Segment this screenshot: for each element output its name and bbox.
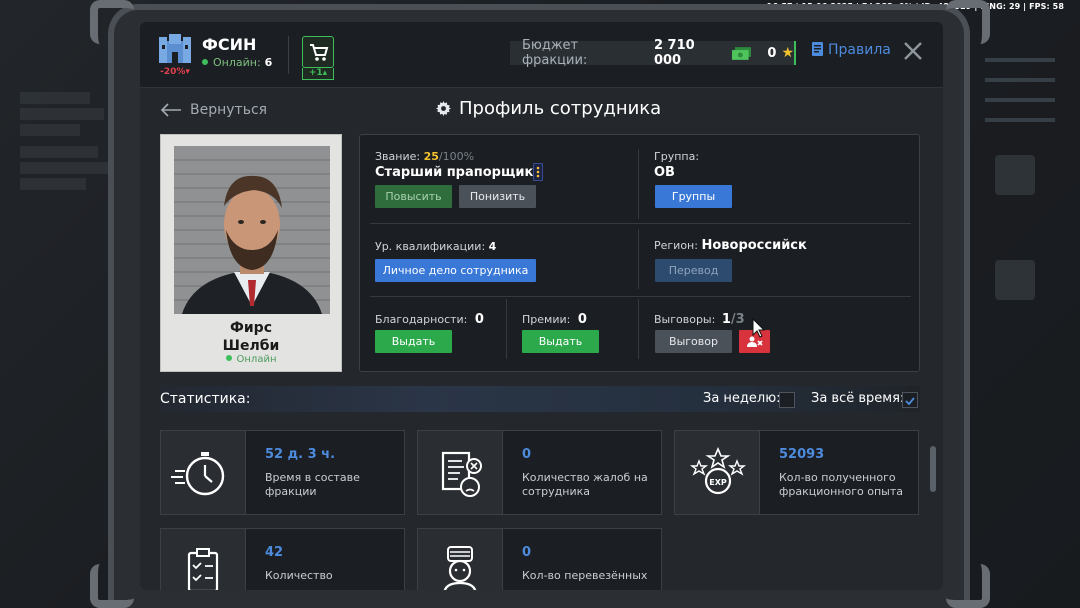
all-time-filter-label: За всё время: bbox=[811, 391, 905, 406]
prisoner-icon bbox=[418, 529, 503, 590]
group-value: ОВ bbox=[654, 165, 675, 180]
background-chat bbox=[20, 92, 110, 190]
background-hud bbox=[975, 30, 1080, 330]
rank-label: Звание: 25/100% bbox=[375, 150, 475, 163]
statistics-bar: Статистика: За неделю: За всё время: bbox=[160, 386, 920, 412]
rank-insignia-icon bbox=[533, 163, 543, 181]
promote-button[interactable]: Повысить bbox=[375, 185, 452, 208]
thanks-label: Благодарности: 0 bbox=[375, 312, 484, 327]
arrow-left-icon bbox=[160, 103, 181, 117]
close-icon bbox=[904, 42, 922, 60]
statistics-scrollbar[interactable] bbox=[930, 446, 936, 492]
stat-card-count: 42 Количество bbox=[160, 528, 405, 590]
stat-card-time: 52 д. 3 ч. Время в составе фракции bbox=[160, 430, 405, 515]
star-icon: ★ bbox=[781, 45, 794, 61]
stat-value: 0 bbox=[522, 545, 532, 560]
stat-label: Количество жалоб на сотрудника bbox=[522, 471, 648, 498]
groups-button[interactable]: Группы bbox=[655, 185, 732, 208]
transfer-button[interactable]: Перевод bbox=[655, 259, 732, 282]
give-bonus-button[interactable]: Выдать bbox=[522, 330, 599, 353]
demote-button[interactable]: Понизить bbox=[459, 185, 536, 208]
rules-link[interactable]: Правила bbox=[812, 42, 891, 58]
faction-logo-icon bbox=[158, 32, 192, 66]
tablet-screen: -20%▾ ФСИН Онлайн: 6 +1▴ Бюджет фракции: … bbox=[140, 22, 943, 590]
online-count: Онлайн: 6 bbox=[202, 56, 272, 69]
week-filter-checkbox[interactable] bbox=[779, 392, 795, 408]
stat-value: 42 bbox=[265, 545, 284, 560]
complaint-icon bbox=[418, 431, 503, 514]
online-dot-icon bbox=[202, 59, 208, 65]
give-thanks-button[interactable]: Выдать bbox=[375, 330, 452, 353]
stat-value: 52 д. 3 ч. bbox=[265, 447, 336, 462]
cart-icon bbox=[310, 44, 329, 61]
page-title: Профиль сотрудника bbox=[436, 98, 661, 119]
statistics-title: Статистика: bbox=[160, 391, 251, 407]
checkmark-icon bbox=[905, 397, 915, 406]
bonuses-label: Премии: 0 bbox=[522, 312, 587, 327]
back-button[interactable]: Вернуться bbox=[160, 102, 267, 118]
week-filter-label: За неделю: bbox=[703, 391, 781, 406]
reprimand-button[interactable]: Выговор bbox=[655, 330, 732, 353]
region-label: Регион: Новороссийск bbox=[654, 238, 807, 253]
employee-photo-card: Фирс Шелби Онлайн bbox=[160, 134, 342, 372]
stat-value: 0 bbox=[522, 447, 532, 462]
faction-name: ФСИН bbox=[202, 35, 257, 54]
stat-card-exp: EXP 52093 Кол-во полученного фракционног… bbox=[674, 430, 919, 515]
close-button[interactable] bbox=[902, 40, 924, 62]
faction-budget: Бюджет фракции: 2 710 000 0 ★ bbox=[510, 38, 796, 68]
top-bar: -20%▾ ФСИН Онлайн: 6 +1▴ Бюджет фракции: … bbox=[140, 22, 943, 88]
stat-label: Время в составе фракции bbox=[265, 471, 360, 498]
rank-title: Старший прапорщик bbox=[375, 165, 534, 180]
qualification-label: Ур. квалификации: 4 bbox=[375, 240, 497, 253]
exp-stars-icon: EXP bbox=[675, 431, 760, 514]
document-icon bbox=[812, 42, 823, 56]
stat-value: 52093 bbox=[779, 447, 825, 462]
svg-text:EXP: EXP bbox=[709, 478, 727, 487]
stopwatch-icon bbox=[161, 431, 246, 514]
employee-name: Фирс Шелби bbox=[222, 320, 280, 354]
cart-badge: +1▴ bbox=[302, 68, 334, 80]
employee-mugshot bbox=[174, 146, 330, 314]
mouse-cursor-icon bbox=[752, 317, 766, 342]
employee-info-panel: Звание: 25/100% Старший прапорщик Повыси… bbox=[359, 134, 920, 372]
all-time-filter-checkbox[interactable] bbox=[902, 392, 918, 408]
loss-badge: -20%▾ bbox=[154, 66, 196, 78]
reprimands-label: Выговоры: 1/3 bbox=[654, 312, 745, 327]
gear-icon bbox=[436, 101, 451, 116]
online-dot-icon bbox=[225, 355, 232, 361]
stat-card-complaints: 0 Количество жалоб на сотрудника bbox=[417, 430, 662, 515]
stat-label: Кол-во перевезённых bbox=[522, 569, 648, 582]
employee-status: Онлайн bbox=[161, 354, 341, 365]
money-icon bbox=[731, 46, 752, 60]
group-label: Группа: bbox=[654, 150, 700, 163]
stat-label: Количество bbox=[265, 569, 333, 582]
stat-card-transported: 0 Кол-во перевезённых bbox=[417, 528, 662, 590]
shop-cart-button[interactable] bbox=[302, 36, 334, 68]
personal-file-button[interactable]: Личное дело сотрудника bbox=[375, 259, 536, 282]
stat-label: Кол-во полученного фракционного опыта bbox=[779, 471, 904, 498]
clipboard-check-icon bbox=[161, 529, 246, 590]
